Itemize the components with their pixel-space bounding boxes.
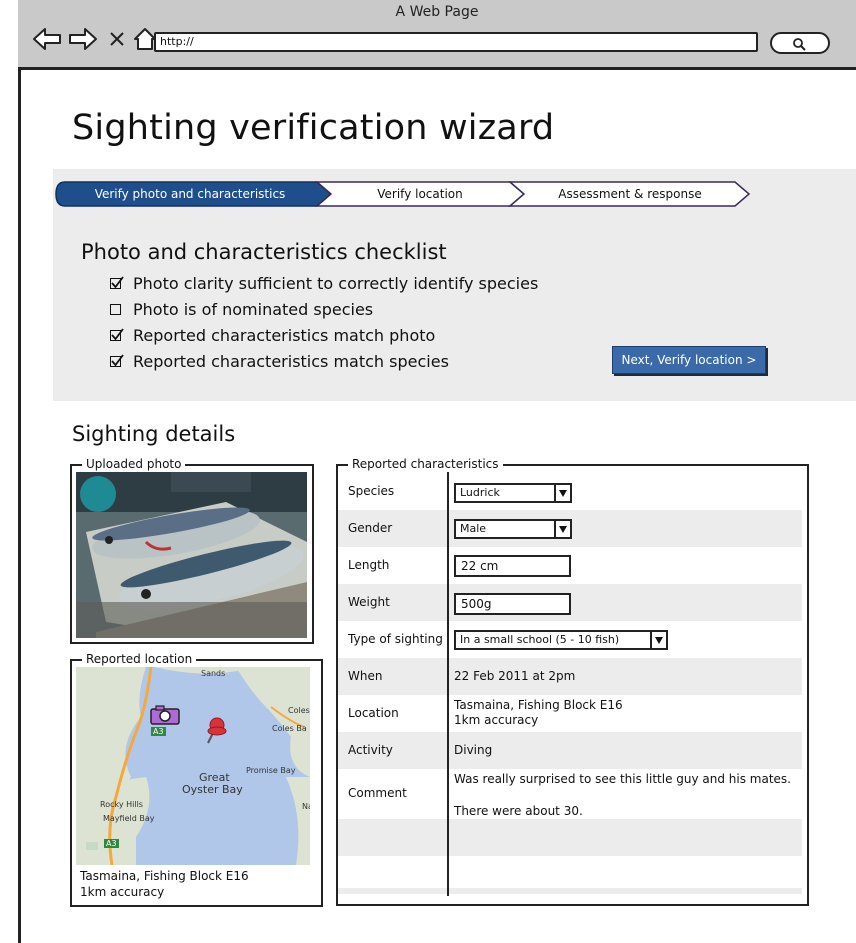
- location-caption-line1: Tasmaina, Fishing Block E16: [80, 869, 249, 883]
- step-verify-photo[interactable]: Verify photo and characteristics: [65, 181, 315, 207]
- next-verify-location-button[interactable]: Next, Verify location >: [612, 346, 766, 374]
- location-value-line2: 1km accuracy: [454, 713, 539, 727]
- reported-characteristics-legend: Reported characteristics: [348, 457, 503, 471]
- window-title: A Web Page: [395, 4, 479, 20]
- comment-line1: Was really surprised to see this little …: [454, 772, 791, 786]
- length-input[interactable]: 22 cm: [454, 555, 571, 577]
- forward-arrow-icon[interactable]: [68, 24, 98, 54]
- location-caption: Tasmaina, Fishing Block E16 1km accuracy: [80, 868, 249, 900]
- uploaded-photo-legend: Uploaded photo: [82, 457, 186, 471]
- map-label-promise-bay: Promise Bay: [246, 766, 296, 775]
- checklist-item-photo-clarity[interactable]: Photo clarity sufficient to correctly id…: [110, 274, 538, 293]
- when-label: When: [348, 669, 383, 683]
- weight-label: Weight: [348, 595, 390, 609]
- characteristic-row-footer: [338, 888, 802, 894]
- map-road-badge-a3: A3: [104, 839, 119, 848]
- location-value-line1: Tasmaina, Fishing Block E16: [454, 698, 623, 712]
- chevron-down-icon: [554, 521, 570, 537]
- weight-value: 500g: [461, 597, 492, 611]
- characteristics-column-divider: [447, 472, 449, 896]
- gender-label: Gender: [348, 521, 393, 535]
- species-label: Species: [348, 484, 395, 498]
- map-pin-icon[interactable]: [202, 715, 228, 749]
- checklist-item-label: Reported characteristics match photo: [133, 326, 436, 345]
- type-of-sighting-label: Type of sighting: [348, 632, 443, 646]
- step-verify-location[interactable]: Verify location: [325, 181, 515, 207]
- length-value: 22 cm: [461, 559, 499, 573]
- characteristic-row-comment: Comment Was really surprised to see this…: [338, 769, 802, 819]
- uploaded-photo[interactable]: [76, 472, 307, 638]
- search-icon: [793, 38, 806, 51]
- comment-label: Comment: [348, 786, 407, 800]
- sighting-details-title: Sighting details: [72, 422, 236, 446]
- close-icon[interactable]: [108, 24, 126, 54]
- checklist-item-label: Photo is of nominated species: [133, 300, 374, 319]
- checkbox-icon[interactable]: [110, 354, 124, 367]
- characteristic-row-activity: Activity Diving: [338, 732, 802, 769]
- map-label-oyster-bay: Oyster Bay: [182, 783, 243, 796]
- location-label: Location: [348, 706, 399, 720]
- camera-icon[interactable]: [150, 705, 180, 725]
- characteristic-row-location: Location Tasmaina, Fishing Block E16 1km…: [338, 695, 802, 732]
- chevron-down-icon: [554, 485, 570, 501]
- reported-location-legend: Reported location: [82, 652, 197, 666]
- map-label-mayfield-bay: Mayfield Bay: [103, 814, 155, 823]
- activity-value: Diving: [454, 743, 493, 757]
- url-text: http://: [160, 35, 194, 48]
- gender-select[interactable]: Male: [454, 519, 572, 539]
- fish-photo-image: [76, 472, 307, 638]
- type-of-sighting-value: In a small school (5 - 10 fish): [460, 633, 620, 646]
- back-arrow-icon[interactable]: [32, 24, 62, 54]
- chevron-down-icon: [650, 632, 666, 648]
- map-label-na: Na: [302, 802, 310, 811]
- checklist-item-nominated-species[interactable]: Photo is of nominated species: [110, 300, 373, 319]
- location-caption-line2: 1km accuracy: [80, 885, 165, 899]
- location-map[interactable]: Sands Coles Coles Ba Great Oyster Bay Pr…: [76, 667, 310, 865]
- map-label-rocky-hills: Rocky Hills: [100, 800, 143, 809]
- checklist-item-characteristics-photo[interactable]: Reported characteristics match photo: [110, 326, 435, 345]
- length-label: Length: [348, 558, 390, 572]
- weight-input[interactable]: 500g: [454, 593, 571, 615]
- checklist-title: Photo and characteristics checklist: [81, 240, 447, 264]
- checklist-item-label: Photo clarity sufficient to correctly id…: [133, 274, 539, 293]
- checklist-item-characteristics-species[interactable]: Reported characteristics match species: [110, 352, 449, 371]
- type-of-sighting-select[interactable]: In a small school (5 - 10 fish): [454, 630, 668, 650]
- address-bar[interactable]: http://: [154, 32, 758, 52]
- map-road-badge-a3: A3: [151, 727, 166, 736]
- species-value: Ludrick: [460, 486, 500, 499]
- map-label-sands: Sands: [201, 669, 226, 678]
- page-title: Sighting verification wizard: [72, 108, 555, 148]
- when-value: 22 Feb 2011 at 2pm: [454, 669, 576, 683]
- checkbox-icon[interactable]: [110, 328, 124, 341]
- wizard-steps: Verify photo and characteristics Verify …: [55, 181, 755, 207]
- gender-value: Male: [460, 522, 487, 535]
- map-label-coles: Coles: [288, 706, 310, 715]
- characteristic-row-empty: [338, 819, 802, 856]
- browser-search-field[interactable]: [770, 32, 830, 54]
- characteristic-row-when: When 22 Feb 2011 at 2pm: [338, 658, 802, 695]
- checklist-item-label: Reported characteristics match species: [133, 352, 449, 371]
- activity-label: Activity: [348, 743, 393, 757]
- checkbox-icon[interactable]: [110, 276, 124, 289]
- checkbox-icon[interactable]: [110, 304, 121, 315]
- comment-line2: There were about 30.: [454, 804, 583, 818]
- step-assessment-response[interactable]: Assessment & response: [525, 181, 735, 207]
- species-select[interactable]: Ludrick: [454, 483, 572, 503]
- map-label-coles-bay: Coles Ba: [272, 724, 307, 733]
